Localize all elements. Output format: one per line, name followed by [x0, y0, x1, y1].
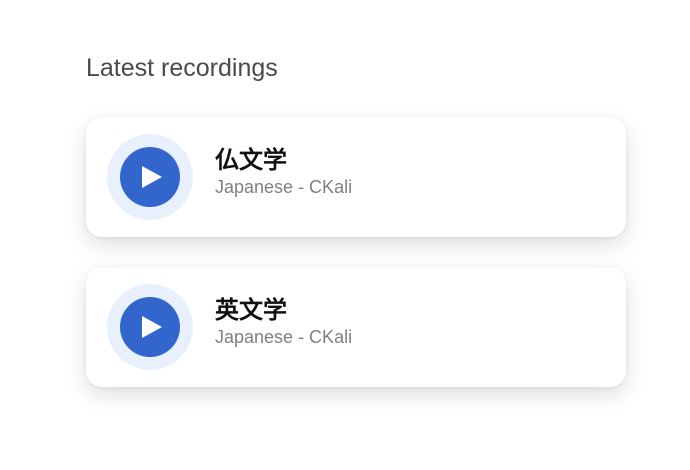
play-button-halo [107, 134, 193, 220]
play-button-halo [107, 284, 193, 370]
play-icon [142, 316, 162, 338]
recording-title: 英文学 [215, 296, 287, 324]
recording-card[interactable]: 仏文学 Japanese - CKali [86, 117, 626, 237]
play-icon [142, 166, 162, 188]
recording-card[interactable]: 英文学 Japanese - CKali [86, 267, 626, 387]
recording-title: 仏文学 [215, 146, 287, 174]
recording-info: 英文学 Japanese - CKali [215, 295, 595, 348]
play-button[interactable] [120, 297, 180, 357]
recording-info: 仏文学 Japanese - CKali [215, 145, 595, 198]
section-title: Latest recordings [86, 54, 278, 82]
play-button[interactable] [120, 147, 180, 207]
recording-subtitle: Japanese - CKali [215, 177, 353, 197]
recordings-list: 仏文学 Japanese - CKali 英文学 Japanese - CKal… [86, 117, 626, 417]
recording-subtitle: Japanese - CKali [215, 327, 353, 347]
